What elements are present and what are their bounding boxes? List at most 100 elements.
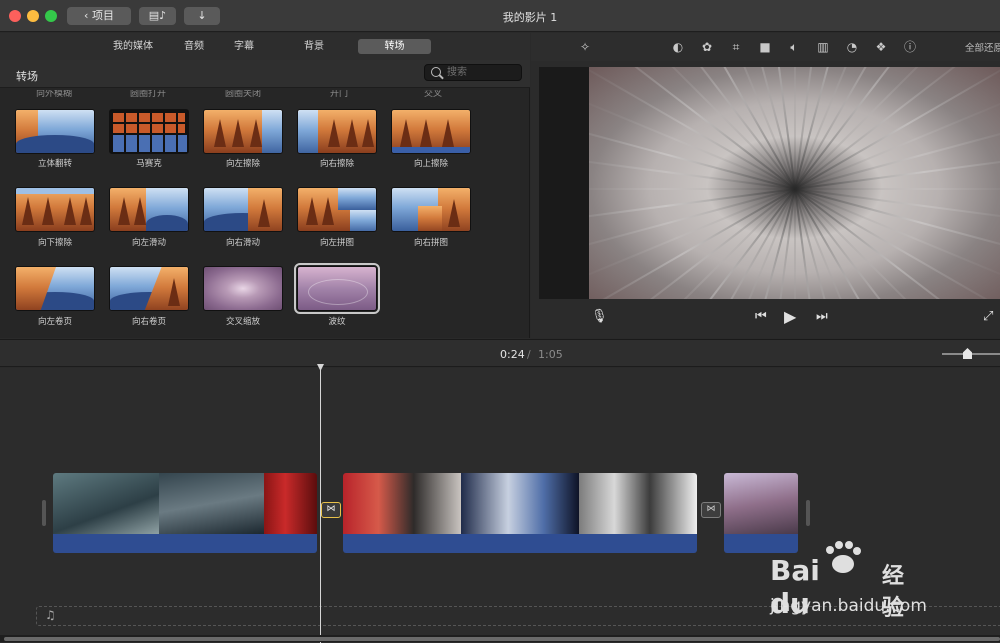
horizontal-scrollbar[interactable] [0, 635, 1000, 642]
transition-label: 马赛克 [136, 159, 162, 169]
back-label: 项目 [91, 9, 114, 22]
watermark-url: jingyan.baidu.com [770, 596, 927, 616]
video-clip-3[interactable] [724, 473, 798, 553]
transition-marker-selected[interactable]: ⋈ [321, 502, 341, 518]
transition-label: 波纹 [328, 317, 346, 327]
transition-slide-left[interactable] [109, 187, 189, 232]
video-clip-2[interactable] [343, 473, 697, 553]
transition-wipe-left[interactable] [203, 109, 283, 154]
scrollbar-thumb[interactable] [4, 637, 1000, 641]
video-preview [589, 67, 1000, 299]
blur-ray [794, 187, 1000, 190]
speed-icon[interactable]: ◔ [844, 39, 860, 55]
transition-cross-zoom[interactable] [203, 266, 283, 311]
skip-forward-icon[interactable]: ⏭︎ [816, 309, 828, 324]
tab-backgrounds[interactable]: 背景 [296, 39, 332, 54]
color-balance-icon[interactable]: ◐ [670, 39, 686, 55]
transition-label: 向左擦除 [225, 159, 260, 169]
media-import-button[interactable]: ▤♪ [139, 7, 176, 25]
transition-label: 向右卷页 [131, 317, 166, 327]
music-note-icon: ♫ [45, 608, 56, 622]
tab-titles[interactable]: 字幕 [226, 39, 262, 54]
crop-icon[interactable]: ⌗ [728, 39, 744, 55]
microphone-icon[interactable]: 🎙︎ [591, 309, 608, 324]
transition-label: 向下擦除 [37, 238, 72, 248]
transition-label: 向上擦除 [413, 159, 448, 169]
close-window-button[interactable] [9, 10, 21, 22]
equalizer-icon[interactable]: ▥ [815, 39, 831, 55]
info-icon[interactable]: ⓘ [902, 39, 918, 55]
fullscreen-icon[interactable]: ⤢ [983, 309, 993, 324]
import-button[interactable]: ↓ [184, 7, 220, 25]
clipped-row-labels: 向外模糊 圆圈打开 圆圈关闭 开门 交叉 [0, 90, 530, 98]
skip-back-icon[interactable]: ⏮︎ [755, 309, 767, 324]
transition-label: 向右拼图 [413, 238, 448, 248]
transition-wipe-down[interactable] [15, 187, 95, 232]
filter-icon[interactable]: ❖ [873, 39, 889, 55]
transition-label: 向左拼图 [319, 238, 354, 248]
transition-page-curl-right[interactable] [109, 266, 189, 311]
transition-marker[interactable]: ⋈ [701, 502, 721, 518]
transition-page-curl-left[interactable] [15, 266, 95, 311]
title-bar: ‹ 项目 ▤♪ ↓ 我的影片 1 [0, 0, 1000, 32]
current-time: 0:24 [500, 348, 525, 361]
blur-ray [793, 67, 796, 189]
transition-mosaic[interactable] [109, 109, 189, 154]
back-to-projects-button[interactable]: ‹ 项目 [67, 7, 131, 25]
search-placeholder: 搜索 [447, 67, 467, 78]
reset-all-button[interactable]: 全部还原 [965, 40, 1000, 54]
adjustment-toolbar: ✧ ◐ ✿ ⌗ ■ 🔈︎ ▥ ◔ ❖ ⓘ 全部还原 [531, 33, 1000, 61]
timeline-header: 0:24 / 1:05 [0, 339, 1000, 367]
blur-ray [589, 187, 795, 190]
clipped-label: 开门 [330, 90, 349, 98]
tab-audio[interactable]: 音频 [176, 39, 212, 54]
transition-wipe-right[interactable] [297, 109, 377, 154]
browser-tabs: 我的媒体 音频 字幕 背景 转场 [0, 33, 530, 60]
zoom-slider-knob[interactable] [963, 348, 972, 359]
playhead[interactable] [320, 365, 321, 643]
clipped-label: 交叉 [424, 90, 443, 98]
transition-label: 立体翻转 [37, 159, 72, 169]
playback-controls: 🎙︎ ⏮︎ ▶ ⏭︎ ⤢ [531, 301, 1000, 338]
transition-label: 向左滑动 [131, 238, 166, 248]
play-icon[interactable]: ▶ [784, 307, 796, 326]
transition-label: 交叉缩放 [225, 317, 260, 327]
search-input[interactable]: 搜索 [424, 64, 522, 81]
total-time: 1:05 [538, 348, 563, 361]
volume-icon[interactable]: 🔈︎ [786, 39, 802, 55]
clip-audio-track [53, 534, 317, 553]
transition-3d-flip[interactable] [15, 109, 95, 154]
transition-puzzle-right[interactable] [391, 187, 471, 232]
clip-trim-handle[interactable] [42, 500, 46, 526]
clip-audio-track [724, 534, 798, 553]
clipped-label: 圆圈关闭 [225, 90, 262, 98]
minimize-window-button[interactable] [27, 10, 39, 22]
transition-slide-right[interactable] [203, 187, 283, 232]
section-title: 转场 [16, 70, 38, 83]
clip-trim-handle[interactable] [806, 500, 810, 526]
search-icon [431, 67, 441, 77]
paw-logo-icon [826, 541, 861, 573]
content-browser: 我的媒体 音频 字幕 背景 转场 转场 搜索 向外模糊 圆圈打开 圆圈关闭 开门… [0, 33, 530, 338]
tab-transitions[interactable]: 转场 [358, 39, 431, 54]
window-title: 我的影片 1 [502, 11, 558, 24]
camera-icon[interactable]: ■ [757, 39, 773, 55]
viewer: 🎙︎ ⏮︎ ▶ ⏭︎ ⤢ [531, 61, 1000, 338]
transition-wipe-up[interactable] [391, 109, 471, 154]
zoom-window-button[interactable] [45, 10, 57, 22]
arrow-down-icon: ↓ [197, 9, 207, 22]
transition-label: 向右滑动 [225, 238, 260, 248]
transition-label: 向右擦除 [319, 159, 354, 169]
clipped-label: 圆圈打开 [130, 90, 167, 98]
transition-puzzle-left[interactable] [297, 187, 377, 232]
section-header: 转场 搜索 [0, 60, 530, 88]
transition-ripple[interactable] [294, 263, 380, 314]
palette-icon[interactable]: ✿ [699, 39, 715, 55]
clipped-label: 向外模糊 [36, 90, 73, 98]
video-clip-1[interactable] [53, 473, 317, 553]
clip-audio-track [343, 534, 697, 553]
time-separator: / [527, 348, 531, 361]
chevron-left-icon: ‹ [84, 9, 92, 22]
tab-my-media[interactable]: 我的媒体 [104, 39, 162, 54]
magic-wand-icon[interactable]: ✧ [577, 39, 593, 55]
